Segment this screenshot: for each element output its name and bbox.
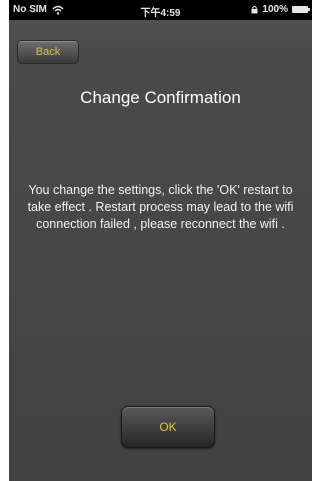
confirmation-message: You change the settings, click the 'OK' …: [27, 183, 294, 231]
lock-icon: [251, 6, 258, 14]
status-right: 100%: [251, 4, 310, 15]
device-screen: No SIM 下午4:59 100% Back Change Confirmat…: [9, 0, 312, 481]
battery-percent: 100%: [262, 4, 288, 15]
battery-icon: [292, 6, 310, 13]
back-button[interactable]: Back: [17, 40, 79, 64]
confirmation-screen: Back Change Confirmation You change the …: [9, 20, 312, 481]
page-title: Change Confirmation: [80, 88, 241, 107]
status-bar: No SIM 下午4:59 100%: [9, 0, 312, 20]
ok-button[interactable]: OK: [121, 406, 215, 448]
